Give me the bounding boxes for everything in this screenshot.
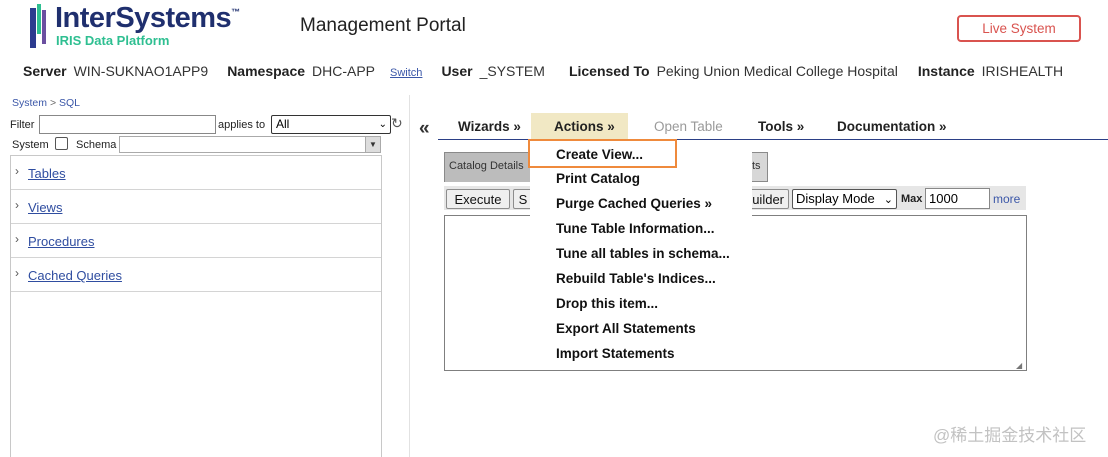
tree-item-procedures[interactable]: › Procedures xyxy=(11,224,381,258)
tree-item-label[interactable]: Procedures xyxy=(28,234,94,249)
server-label: Server xyxy=(23,63,67,79)
resize-grip-icon[interactable]: ◢ xyxy=(1016,361,1025,370)
licensed-label: Licensed To xyxy=(568,63,650,79)
tree-item-label[interactable]: Cached Queries xyxy=(28,268,122,283)
more-link[interactable]: more xyxy=(993,192,1020,206)
chevron-right-icon: › xyxy=(15,164,19,178)
menu-item-tune-table-information[interactable]: Tune Table Information... xyxy=(556,221,715,236)
menu-documentation[interactable]: Documentation » xyxy=(837,113,947,139)
chevron-right-icon: › xyxy=(15,266,19,280)
collapse-pane-icon[interactable]: « xyxy=(419,118,430,140)
execute-button[interactable]: Execute xyxy=(446,189,510,209)
actions-dropdown-menu: Create View... Print Catalog Purge Cache… xyxy=(530,140,752,365)
live-system-button[interactable]: Live System xyxy=(957,15,1081,42)
schema-label: Schema xyxy=(76,139,117,151)
menu-item-drop-item[interactable]: Drop this item... xyxy=(556,296,658,311)
menu-item-rebuild-indices[interactable]: Rebuild Table's Indices... xyxy=(556,271,716,286)
menu-item-export-all-statements[interactable]: Export All Statements xyxy=(556,321,696,336)
licensed-value: Peking Union Medical College Hospital xyxy=(656,63,898,79)
applies-to-label: applies to xyxy=(218,119,266,131)
breadcrumb-separator: > xyxy=(49,97,57,109)
chevron-down-icon: ⌄ xyxy=(883,194,893,206)
system-checkbox[interactable] xyxy=(55,137,68,150)
menu-item-purge-cached-queries[interactable]: Purge Cached Queries » xyxy=(556,196,712,211)
dropdown-arrow-icon: ▼ xyxy=(365,137,380,152)
display-mode-select[interactable]: Display Mode ⌄ xyxy=(792,189,897,209)
menu-item-import-statements[interactable]: Import Statements xyxy=(556,346,675,361)
refresh-icon[interactable]: ↻ xyxy=(391,115,405,131)
menu-item-print-catalog[interactable]: Print Catalog xyxy=(556,171,640,186)
menu-open-table[interactable]: Open Table xyxy=(654,113,723,139)
applies-to-value: All xyxy=(276,117,290,131)
filter-label: Filter xyxy=(10,119,35,131)
menu-tools[interactable]: Tools » xyxy=(758,113,804,139)
max-label: Max xyxy=(901,193,923,205)
tree-item-tables[interactable]: › Tables xyxy=(11,156,381,190)
info-bar: Server WIN-SUKNAO1APP9 Namespace DHC-APP… xyxy=(23,63,1063,79)
tree-item-cached-queries[interactable]: › Cached Queries xyxy=(11,258,381,292)
tab-statements[interactable]: ts xyxy=(750,152,768,182)
instance-value: IRISHEALTH xyxy=(981,63,1064,79)
menu-item-tune-all-tables[interactable]: Tune all tables in schema... xyxy=(556,246,730,261)
applies-to-select[interactable]: All ⌄ xyxy=(271,115,391,134)
breadcrumb: System > SQL xyxy=(12,97,80,109)
filter-input[interactable] xyxy=(39,115,216,134)
chevron-right-icon: › xyxy=(15,198,19,212)
menu-wizards[interactable]: Wizards » xyxy=(458,113,521,139)
watermark: @稀土掘金技术社区 xyxy=(933,426,1087,445)
display-mode-value: Display Mode xyxy=(796,191,875,206)
pane-divider[interactable] xyxy=(409,95,410,457)
chevron-down-icon: ⌄ xyxy=(378,119,387,130)
logo-subtitle: IRIS Data Platform xyxy=(56,33,170,48)
breadcrumb-sql-link[interactable]: SQL xyxy=(59,97,80,109)
switch-namespace-link[interactable]: Switch xyxy=(390,67,422,79)
system-label: System xyxy=(12,139,49,151)
tab-catalog-details[interactable]: Catalog Details xyxy=(444,152,534,182)
create-view-highlight xyxy=(528,139,677,168)
breadcrumb-system-link[interactable]: System xyxy=(12,97,47,109)
namespace-value: DHC-APP xyxy=(312,63,376,79)
menu-bar: Wizards » Actions » Open Table Tools » D… xyxy=(438,113,1108,140)
menu-actions[interactable]: Actions » xyxy=(531,113,628,139)
page-title: Management Portal xyxy=(300,15,466,36)
tree-item-label[interactable]: Views xyxy=(28,200,62,215)
max-rows-input[interactable]: 1000 xyxy=(925,188,990,209)
intersystems-logo-icon xyxy=(30,4,46,48)
chevron-right-icon: › xyxy=(15,232,19,246)
user-value: _SYSTEM xyxy=(479,63,545,79)
tree-item-views[interactable]: › Views xyxy=(11,190,381,224)
tree-item-label[interactable]: Tables xyxy=(28,166,66,181)
namespace-label: Namespace xyxy=(227,63,306,79)
schema-tree: › Tables › Views › Procedures › Cached Q… xyxy=(10,155,382,457)
instance-label: Instance xyxy=(917,63,975,79)
schema-select[interactable]: ▼ xyxy=(119,136,381,153)
user-label: User xyxy=(441,63,473,79)
server-value: WIN-SUKNAO1APP9 xyxy=(73,63,209,79)
logo-text: InterSystems™ xyxy=(55,2,240,34)
